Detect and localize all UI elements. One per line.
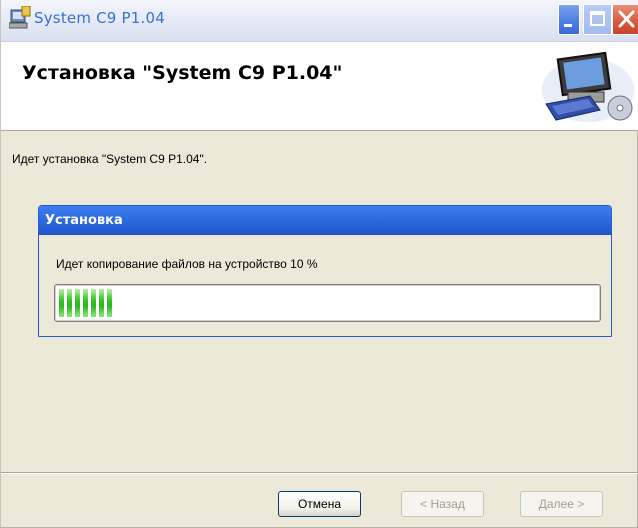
progress-bar bbox=[54, 284, 601, 322]
progress-block bbox=[67, 289, 72, 317]
progress-fill bbox=[59, 289, 112, 317]
progress-block bbox=[107, 289, 112, 317]
close-button[interactable] bbox=[612, 4, 638, 35]
maximize-icon bbox=[590, 11, 605, 26]
computer-setup-icon bbox=[542, 51, 634, 122]
wizard-header: Установка "System C9 P1.04" bbox=[1, 42, 638, 131]
app-icon bbox=[9, 6, 31, 29]
cancel-button[interactable]: Отмена bbox=[278, 491, 361, 517]
group-title: Установка bbox=[39, 206, 611, 235]
footer-divider bbox=[1, 472, 638, 474]
maximize-button[interactable] bbox=[583, 4, 612, 35]
page-title: Установка "System C9 P1.04" bbox=[22, 62, 343, 84]
installer-window: System C9 P1.04 Установка "System C9 P1.… bbox=[0, 0, 638, 528]
title-bar[interactable]: System C9 P1.04 bbox=[1, 0, 638, 42]
progress-message: Идет копирование файлов на устройство 10… bbox=[56, 257, 318, 271]
minimize-icon bbox=[564, 24, 572, 27]
close-icon bbox=[618, 10, 635, 28]
progress-block bbox=[75, 289, 80, 317]
install-progress-group: Установка Идет копирование файлов на уст… bbox=[38, 205, 612, 337]
progress-block bbox=[99, 289, 104, 317]
back-button[interactable]: < Назад bbox=[401, 491, 484, 517]
minimize-button[interactable] bbox=[558, 4, 580, 35]
progress-block bbox=[83, 289, 88, 317]
status-text: Идет установка "System C9 P1.04". bbox=[12, 152, 208, 166]
window-title: System C9 P1.04 bbox=[34, 9, 165, 27]
progress-block bbox=[91, 289, 96, 317]
next-button[interactable]: Далее > bbox=[520, 491, 603, 517]
progress-block bbox=[59, 289, 64, 317]
